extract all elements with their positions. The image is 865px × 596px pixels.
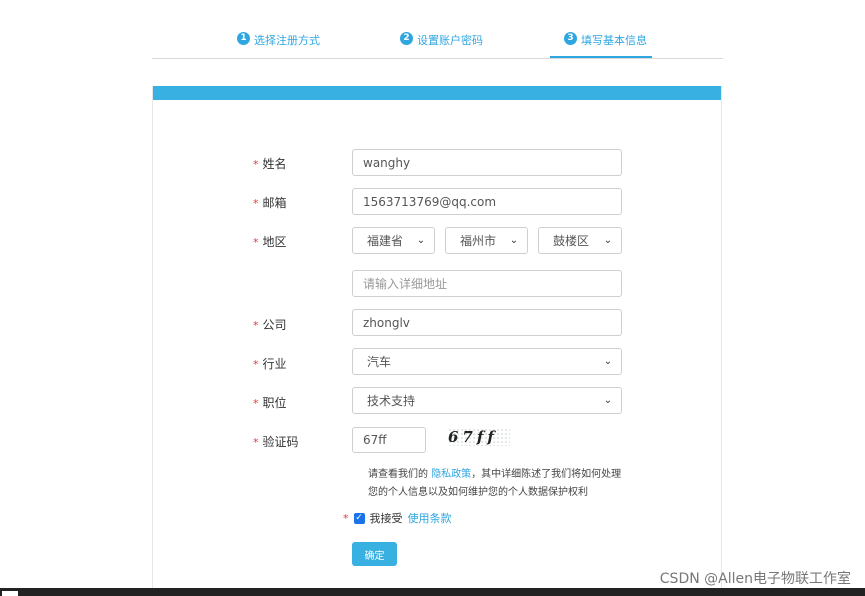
submit-button[interactable]: 确定 <box>352 542 397 566</box>
name-input[interactable]: wanghy <box>352 149 622 176</box>
captcha-image[interactable]: 67ff <box>448 428 510 446</box>
industry-label: * 行业 <box>253 357 287 371</box>
position-label: * 职位 <box>253 396 287 410</box>
required-mark: * <box>253 397 259 410</box>
required-mark: * <box>253 236 259 249</box>
step-label-2: 设置账户密码 <box>417 34 483 47</box>
captcha-label: * 验证码 <box>253 435 299 449</box>
chevron-down-icon: ⌄ <box>603 395 613 406</box>
city-select[interactable]: 福州市 ⌄ <box>445 227 528 254</box>
district-select[interactable]: 鼓楼区 ⌄ <box>538 227 622 254</box>
chevron-down-icon: ⌄ <box>416 235 426 246</box>
company-input[interactable]: zhonglv <box>352 309 622 336</box>
step-basic-info: 3 填写基本信息 <box>550 32 652 58</box>
watermark: CSDN @Allen电子物联工作室 <box>659 571 851 587</box>
email-input[interactable]: 1563713769@qq.com <box>352 188 622 215</box>
agree-text: 我接受 <box>369 512 403 525</box>
company-label: * 公司 <box>253 318 287 332</box>
name-label: * 姓名 <box>253 157 287 171</box>
chevron-down-icon: ⌄ <box>603 235 613 246</box>
step-number-3: 3 <box>564 32 577 45</box>
required-mark: * <box>253 436 259 449</box>
step-label-3: 填写基本信息 <box>581 34 647 47</box>
step-label-1: 选择注册方式 <box>254 34 320 47</box>
industry-select[interactable]: 汽车 ⌄ <box>352 348 622 375</box>
start-icon[interactable] <box>2 591 18 596</box>
address-input[interactable]: 请输入详细地址 <box>352 270 622 297</box>
chevron-down-icon: ⌄ <box>509 235 519 246</box>
province-select[interactable]: 福建省 ⌄ <box>352 227 435 254</box>
required-mark: * <box>253 319 259 332</box>
agree-checkbox[interactable]: ✓ <box>353 512 365 524</box>
terms-link[interactable]: 使用条款 <box>408 510 452 526</box>
terms-agreement: * ✓ 我接受 使用条款 <box>343 510 452 526</box>
region-label: * 地区 <box>253 235 287 249</box>
email-label: * 邮箱 <box>253 196 287 210</box>
required-mark: * <box>253 158 259 171</box>
os-taskbar <box>0 588 865 596</box>
required-mark: * <box>253 358 259 371</box>
privacy-notice: 请查看我们的 隐私政策，其中详细陈述了我们将如何处理您的个人信息以及如何维护您的… <box>368 469 622 498</box>
step-choose-method: 1 选择注册方式 <box>237 32 320 58</box>
step-set-password: 2 设置账户密码 <box>400 32 483 58</box>
required-mark: * <box>253 197 259 210</box>
step-number-1: 1 <box>237 32 250 45</box>
chevron-down-icon: ⌄ <box>603 356 613 367</box>
step-indicator: 1 选择注册方式 2 设置账户密码 3 填写基本信息 <box>152 24 723 59</box>
privacy-policy-link[interactable]: 隐私政策 <box>431 469 471 480</box>
step-number-2: 2 <box>400 32 413 45</box>
card-header-bar <box>153 86 721 100</box>
position-select[interactable]: 技术支持 ⌄ <box>352 387 622 414</box>
required-mark: * <box>343 511 349 525</box>
captcha-input[interactable]: 67ff <box>352 427 426 453</box>
